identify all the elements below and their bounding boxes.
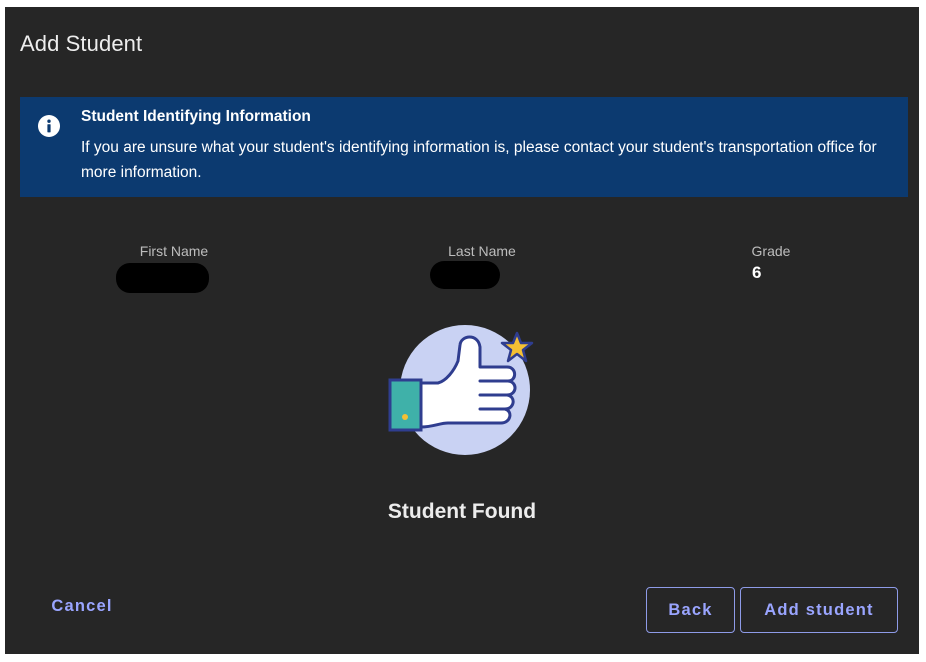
add-student-button[interactable]: Add student [740,587,898,633]
first-name-redaction [116,263,209,293]
first-name-field: First Name [99,243,249,259]
student-found-text: Student Found [387,500,537,523]
last-name-redaction [430,261,500,289]
grade-field: Grade 6 [741,243,801,283]
banner-text: If you are unsure what your student's id… [81,139,877,181]
info-icon [38,115,60,137]
add-student-dialog: Add Student Student Identifying Informat… [5,7,919,654]
grade-label: Grade [751,243,791,259]
thumbs-up-star-icon [388,325,534,455]
last-name-field: Last Name [407,243,557,259]
last-name-label: Last Name [448,243,516,259]
banner-title: Student Identifying Information [81,108,311,125]
info-banner: Student Identifying Information If you a… [20,97,908,197]
back-button[interactable]: Back [646,587,735,633]
first-name-label: First Name [139,243,209,259]
grade-value: 6 [752,263,762,282]
dialog-title: Add Student [20,31,143,56]
cancel-button[interactable]: Cancel [37,597,127,621]
